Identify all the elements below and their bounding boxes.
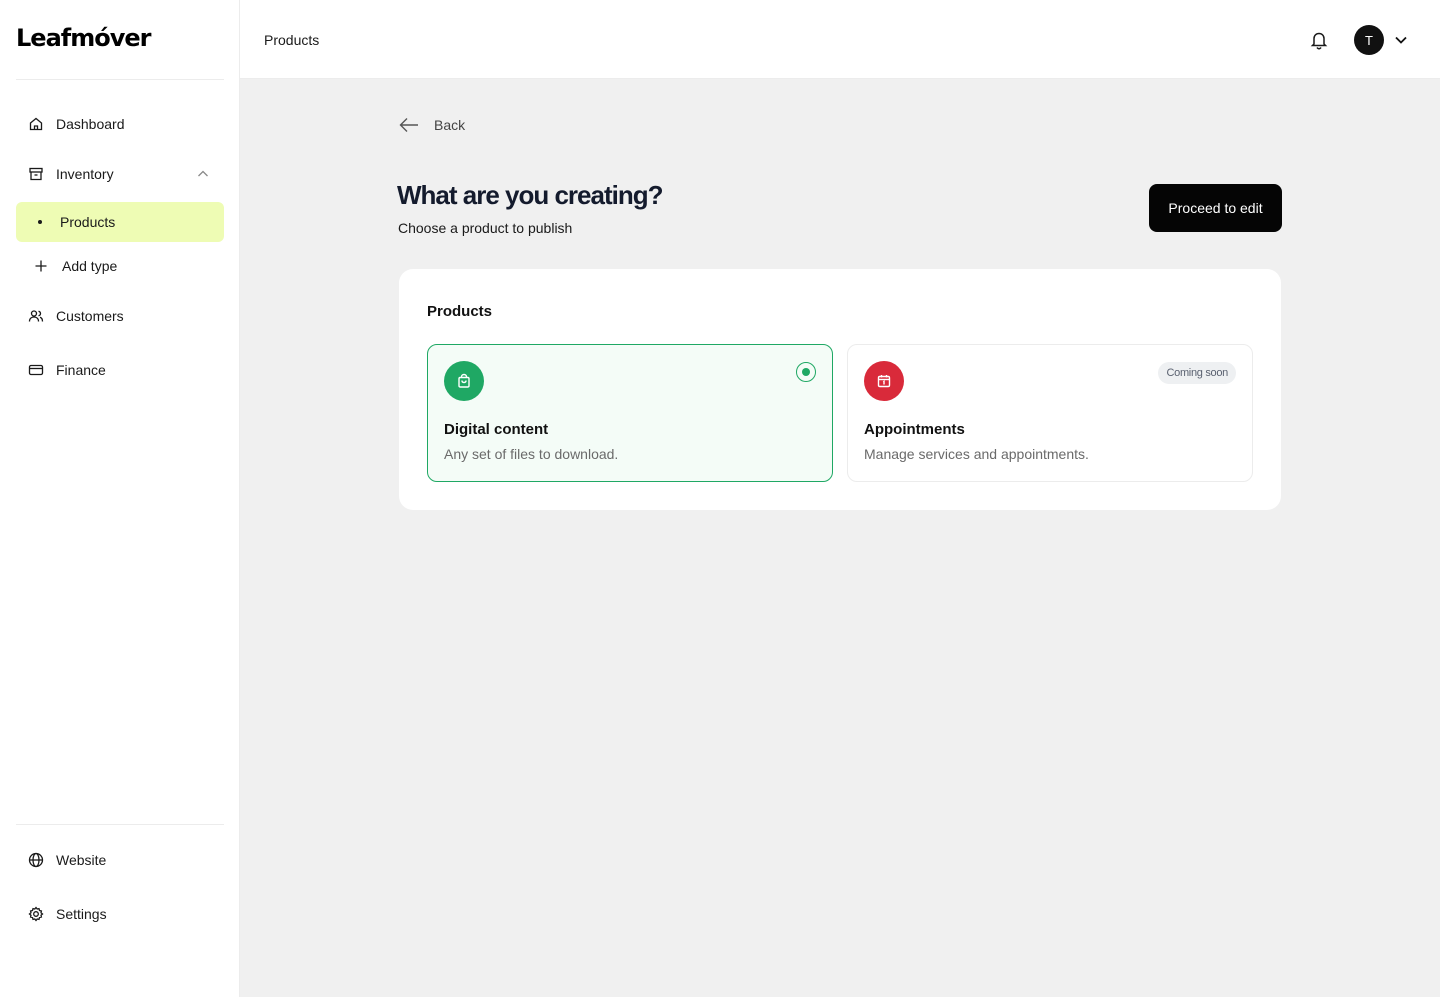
calendar-icon: [864, 361, 904, 401]
sidebar-divider: [16, 824, 224, 825]
sidebar-item-label: Dashboard: [56, 116, 125, 132]
arrow-left-icon: [399, 118, 418, 132]
shopping-bag-icon: [444, 361, 484, 401]
chevron-up-icon[interactable]: [196, 167, 210, 181]
globe-icon: [28, 852, 44, 868]
radio-dot: [802, 368, 810, 376]
sidebar-item-inventory[interactable]: Inventory: [16, 154, 224, 194]
sidebar-divider: [16, 79, 224, 80]
page-subtitle: Choose a product to publish: [398, 220, 573, 236]
sidebar-item-label: Finance: [56, 362, 106, 378]
sidebar: Leafmóver Dashboard Inventory Products A…: [0, 0, 240, 997]
card-title: Digital content: [444, 421, 549, 438]
avatar[interactable]: T: [1354, 25, 1384, 55]
users-icon: [28, 308, 44, 324]
app-logo[interactable]: Leafmóver: [16, 24, 151, 52]
home-icon: [28, 116, 44, 132]
product-card-appointments[interactable]: Coming soon Appointments Manage services…: [847, 344, 1253, 482]
card-title: Appointments: [864, 421, 965, 438]
sidebar-item-label: Products: [60, 214, 116, 230]
archive-icon: [28, 166, 44, 182]
sidebar-item-dashboard[interactable]: Dashboard: [16, 104, 224, 144]
page-title: What are you creating?: [397, 180, 663, 210]
coming-soon-badge: Coming soon: [1158, 362, 1236, 384]
sidebar-item-settings[interactable]: Settings: [16, 894, 224, 934]
back-button[interactable]: Back: [398, 116, 465, 134]
proceed-to-edit-button[interactable]: Proceed to edit: [1149, 184, 1282, 232]
sidebar-item-label: Inventory: [56, 166, 114, 182]
sidebar-subitem-products[interactable]: Products: [16, 202, 224, 242]
sidebar-item-website[interactable]: Website: [16, 840, 224, 880]
top-bar: Products T: [240, 0, 1440, 79]
bell-icon[interactable]: [1309, 30, 1329, 50]
card-description: Manage services and appointments.: [864, 446, 1089, 462]
sidebar-item-label: Add type: [62, 258, 118, 274]
sidebar-item-label: Customers: [56, 308, 124, 324]
sidebar-item-finance[interactable]: Finance: [16, 350, 224, 390]
panel-title: Products: [427, 303, 493, 320]
products-panel: Products Digital content Any set of file…: [399, 269, 1281, 510]
sidebar-item-customers[interactable]: Customers: [16, 296, 224, 336]
gear-icon: [28, 906, 44, 922]
product-card-digital-content[interactable]: Digital content Any set of files to down…: [427, 344, 833, 482]
bullet-dot-icon: [38, 220, 42, 224]
sidebar-item-label: Website: [56, 852, 107, 868]
plus-icon: [34, 259, 48, 273]
sidebar-item-label: Settings: [56, 906, 107, 922]
credit-card-icon: [28, 362, 44, 378]
chevron-down-icon[interactable]: [1393, 32, 1409, 48]
sidebar-subitem-add-type[interactable]: Add type: [16, 246, 224, 286]
radio-selected[interactable]: [796, 362, 816, 382]
card-description: Any set of files to download.: [444, 446, 619, 462]
breadcrumb: Products: [264, 32, 320, 48]
back-label: Back: [434, 117, 466, 133]
